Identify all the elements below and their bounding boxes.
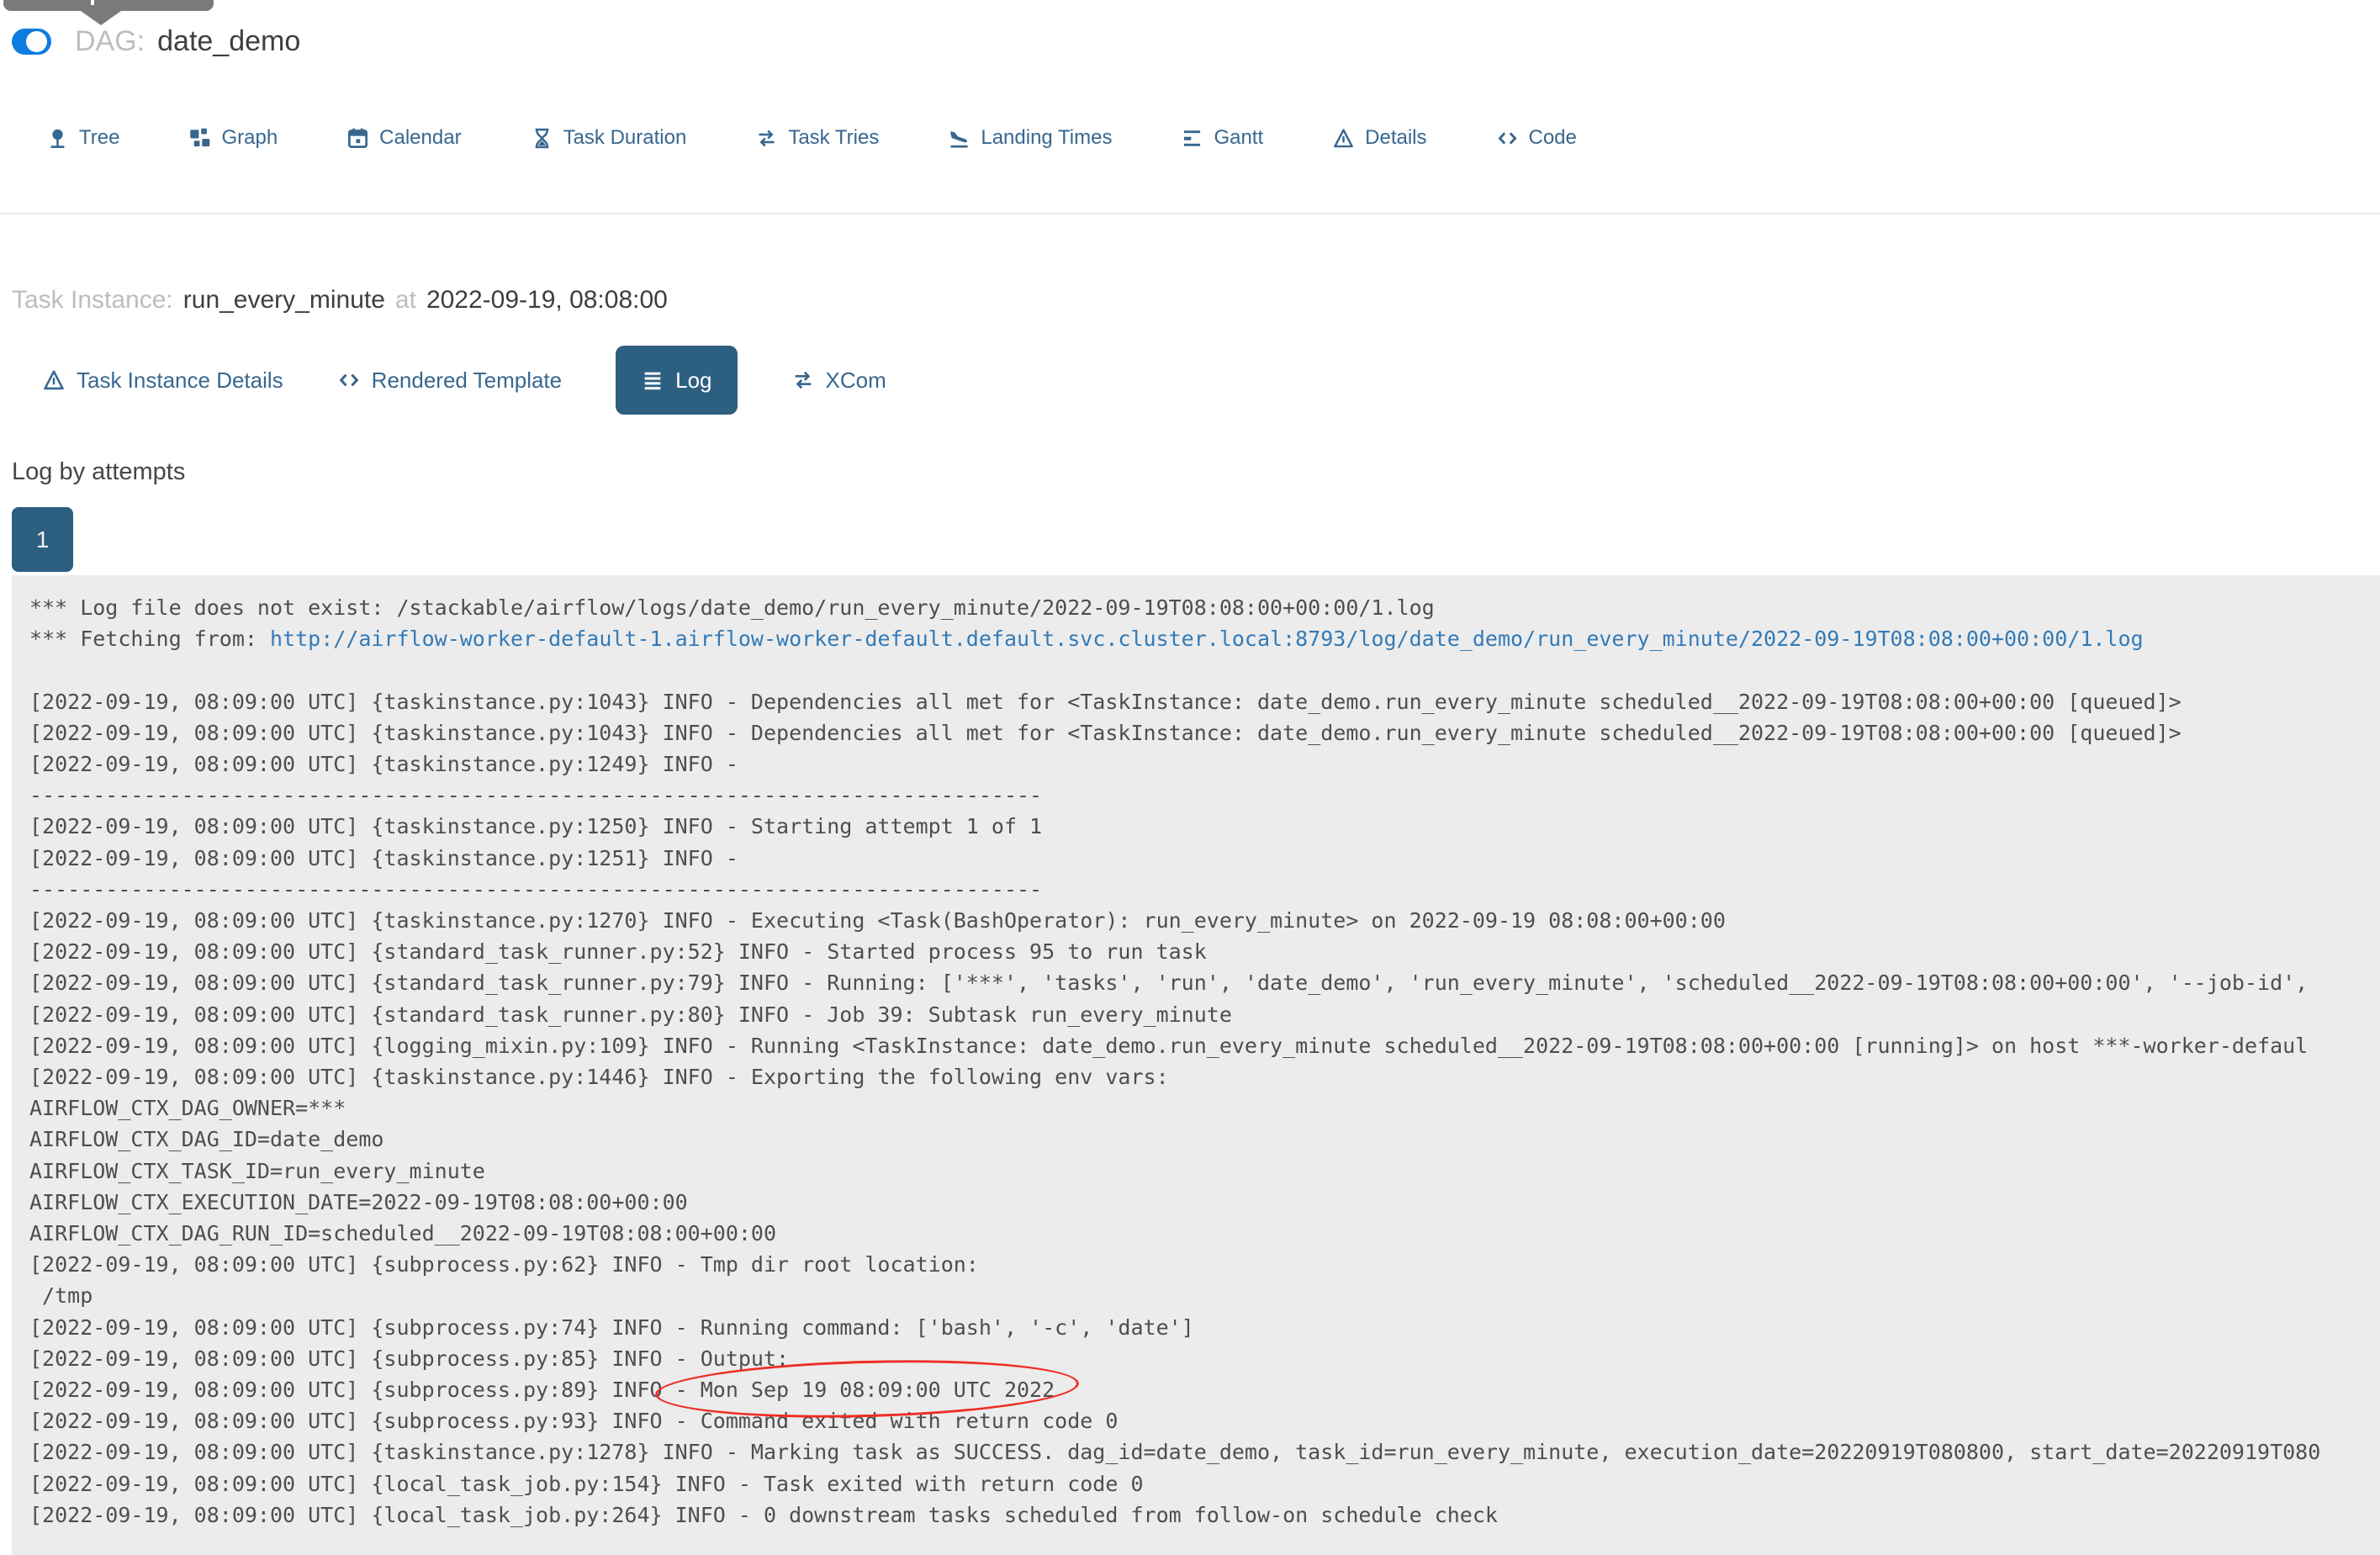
tab-log[interactable]: Log	[616, 346, 738, 415]
log-line: *** Log file does not exist: /stackable/…	[29, 595, 1435, 620]
log-line: [2022-09-19, 08:09:00 UTC] {subprocess.p…	[29, 1409, 1119, 1434]
at-label: at	[394, 286, 416, 314]
log-line: [2022-09-19, 08:09:00 UTC] {standard_tas…	[29, 939, 1207, 965]
log-line: *** Fetching from: http://airflow-worker…	[29, 623, 2380, 654]
tab-label: Calendar	[379, 126, 462, 149]
log-line: [2022-09-19, 08:09:00 UTC] {local_task_j…	[29, 1502, 1498, 1527]
dag-label: DAG:	[75, 25, 145, 57]
dag-title-row: DAG: date_demo	[12, 25, 300, 58]
log-line: [2022-09-19, 08:09:00 UTC] {taskinstance…	[29, 1440, 2321, 1465]
page-title: DAG: date_demo	[75, 25, 300, 58]
tab-label: Graph	[221, 126, 278, 149]
tab-task-duration[interactable]: Task Duration	[531, 126, 687, 150]
dag-name: date_demo	[157, 25, 301, 57]
task-instance-label: Task Instance:	[12, 286, 173, 314]
log-line: [2022-09-19, 08:09:00 UTC] {subprocess.p…	[29, 1346, 790, 1371]
log-line: [2022-09-19, 08:09:00 UTC] {local_task_j…	[29, 1471, 1144, 1496]
log-line: [2022-09-19, 08:09:00 UTC] {standard_tas…	[29, 971, 2309, 996]
log-line-prefix: [2022-09-19, 08:09:00 UTC] {subprocess.p…	[29, 1378, 675, 1403]
gantt-icon	[1181, 127, 1203, 150]
tooltip-caret	[81, 11, 121, 25]
plane-landing-icon	[948, 127, 971, 150]
tab-code[interactable]: Code	[1496, 126, 1577, 150]
dag-view-tabs: Tree Graph Calendar Task Duration Task T…	[46, 126, 1577, 150]
log-line: [2022-09-19, 08:09:00 UTC] {standard_tas…	[29, 1002, 1232, 1027]
log-fetch-url-link[interactable]: http://airflow-worker-default-1.airflow-…	[270, 627, 2144, 651]
log-line-prefix: *** Fetching from:	[29, 627, 270, 652]
log-line: [2022-09-19, 08:09:00 UTC] {taskinstance…	[29, 814, 1043, 839]
log-line: AIRFLOW_CTX_TASK_ID=run_every_minute	[29, 1158, 485, 1183]
log-line: [2022-09-19, 08:09:00 UTC] {subprocess.p…	[29, 1252, 992, 1277]
log-line: [2022-09-19, 08:09:00 UTC] {taskinstance…	[29, 689, 2182, 714]
log-line: [2022-09-19, 08:09:00 UTC] {taskinstance…	[29, 1065, 1169, 1090]
toggle-knob	[26, 31, 47, 52]
log-line: AIRFLOW_CTX_EXECUTION_DATE=2022-09-19T08…	[29, 1189, 688, 1214]
log-line: AIRFLOW_CTX_DAG_OWNER=***	[29, 1096, 346, 1121]
task-instance-tabs: Task Instance Details Rendered Template …	[42, 342, 886, 418]
tab-rendered-template[interactable]: Rendered Template	[337, 368, 562, 394]
exchange-icon	[791, 368, 815, 392]
tab-gantt[interactable]: Gantt	[1181, 126, 1263, 150]
log-line: ----------------------------------------…	[29, 876, 1043, 902]
tooltip-text-fragment	[91, 0, 94, 5]
attempt-1-button[interactable]: 1	[12, 507, 73, 572]
tree-icon	[46, 127, 69, 150]
log-line: ----------------------------------------…	[29, 783, 1043, 808]
tab-task-tries[interactable]: Task Tries	[755, 126, 879, 150]
tab-calendar[interactable]: Calendar	[346, 126, 462, 150]
task-id: run_every_minute	[182, 286, 385, 314]
tab-graph[interactable]: Graph	[188, 126, 278, 150]
calendar-icon	[346, 127, 369, 150]
log-line: AIRFLOW_CTX_DAG_ID=date_demo	[29, 1127, 384, 1152]
tab-label: Code	[1528, 126, 1577, 149]
tab-details[interactable]: Details	[1332, 126, 1427, 150]
warning-triangle-icon	[42, 368, 66, 392]
log-line: [2022-09-19, 08:09:00 UTC] {taskinstance…	[29, 845, 751, 870]
tab-label: XCom	[825, 367, 886, 393]
log-line: [2022-09-19, 08:09:00 UTC] {logging_mixi…	[29, 1033, 2309, 1058]
repeat-icon	[755, 127, 778, 150]
graph-icon	[188, 127, 211, 150]
clipped-tooltip	[3, 0, 214, 11]
tab-label: Tree	[79, 126, 120, 149]
log-output: *** Log file does not exist: /stackable/…	[12, 575, 2380, 1555]
log-line: [2022-09-19, 08:09:00 UTC] {taskinstance…	[29, 720, 2182, 745]
code-icon	[1496, 127, 1519, 150]
log-line: [2022-09-19, 08:09:00 UTC] {taskinstance…	[29, 908, 1726, 934]
list-icon	[641, 368, 664, 392]
log-line: /tmp	[29, 1283, 93, 1309]
tab-label: Gantt	[1214, 126, 1264, 149]
dag-pause-toggle[interactable]	[12, 29, 51, 55]
tab-label: Landing Times	[981, 126, 1113, 149]
circled-date-output: - Mon Sep 19 08:09:00 UTC 2022	[675, 1374, 1055, 1405]
tab-task-instance-details[interactable]: Task Instance Details	[42, 368, 283, 394]
log-line: [2022-09-19, 08:09:00 UTC] {subprocess.p…	[29, 1314, 1194, 1340]
hourglass-icon	[531, 127, 553, 150]
tab-xcom[interactable]: XCom	[791, 368, 886, 394]
tab-label: Task Tries	[788, 126, 880, 149]
log-line: [2022-09-19, 08:09:00 UTC] {taskinstance…	[29, 752, 751, 777]
tab-label: Log	[675, 367, 712, 393]
tab-landing-times[interactable]: Landing Times	[948, 126, 1112, 150]
code-icon	[337, 368, 361, 392]
log-line: AIRFLOW_CTX_DAG_RUN_ID=scheduled__2022-0…	[29, 1221, 777, 1246]
tab-label: Rendered Template	[371, 367, 563, 393]
tab-label: Task Duration	[563, 126, 687, 149]
warning-triangle-icon	[1332, 127, 1355, 150]
log-line: [2022-09-19, 08:09:00 UTC] {subprocess.p…	[29, 1374, 2380, 1405]
task-instance-heading: Task Instance: run_every_minute at 2022-…	[12, 286, 668, 315]
tab-tree[interactable]: Tree	[46, 126, 119, 150]
tab-label: Task Instance Details	[77, 367, 283, 393]
tab-label: Details	[1365, 126, 1427, 149]
log-by-attempts-heading: Log by attempts	[12, 458, 186, 485]
nav-separator	[0, 213, 2380, 214]
run-datetime: 2022-09-19, 08:08:00	[426, 286, 668, 314]
